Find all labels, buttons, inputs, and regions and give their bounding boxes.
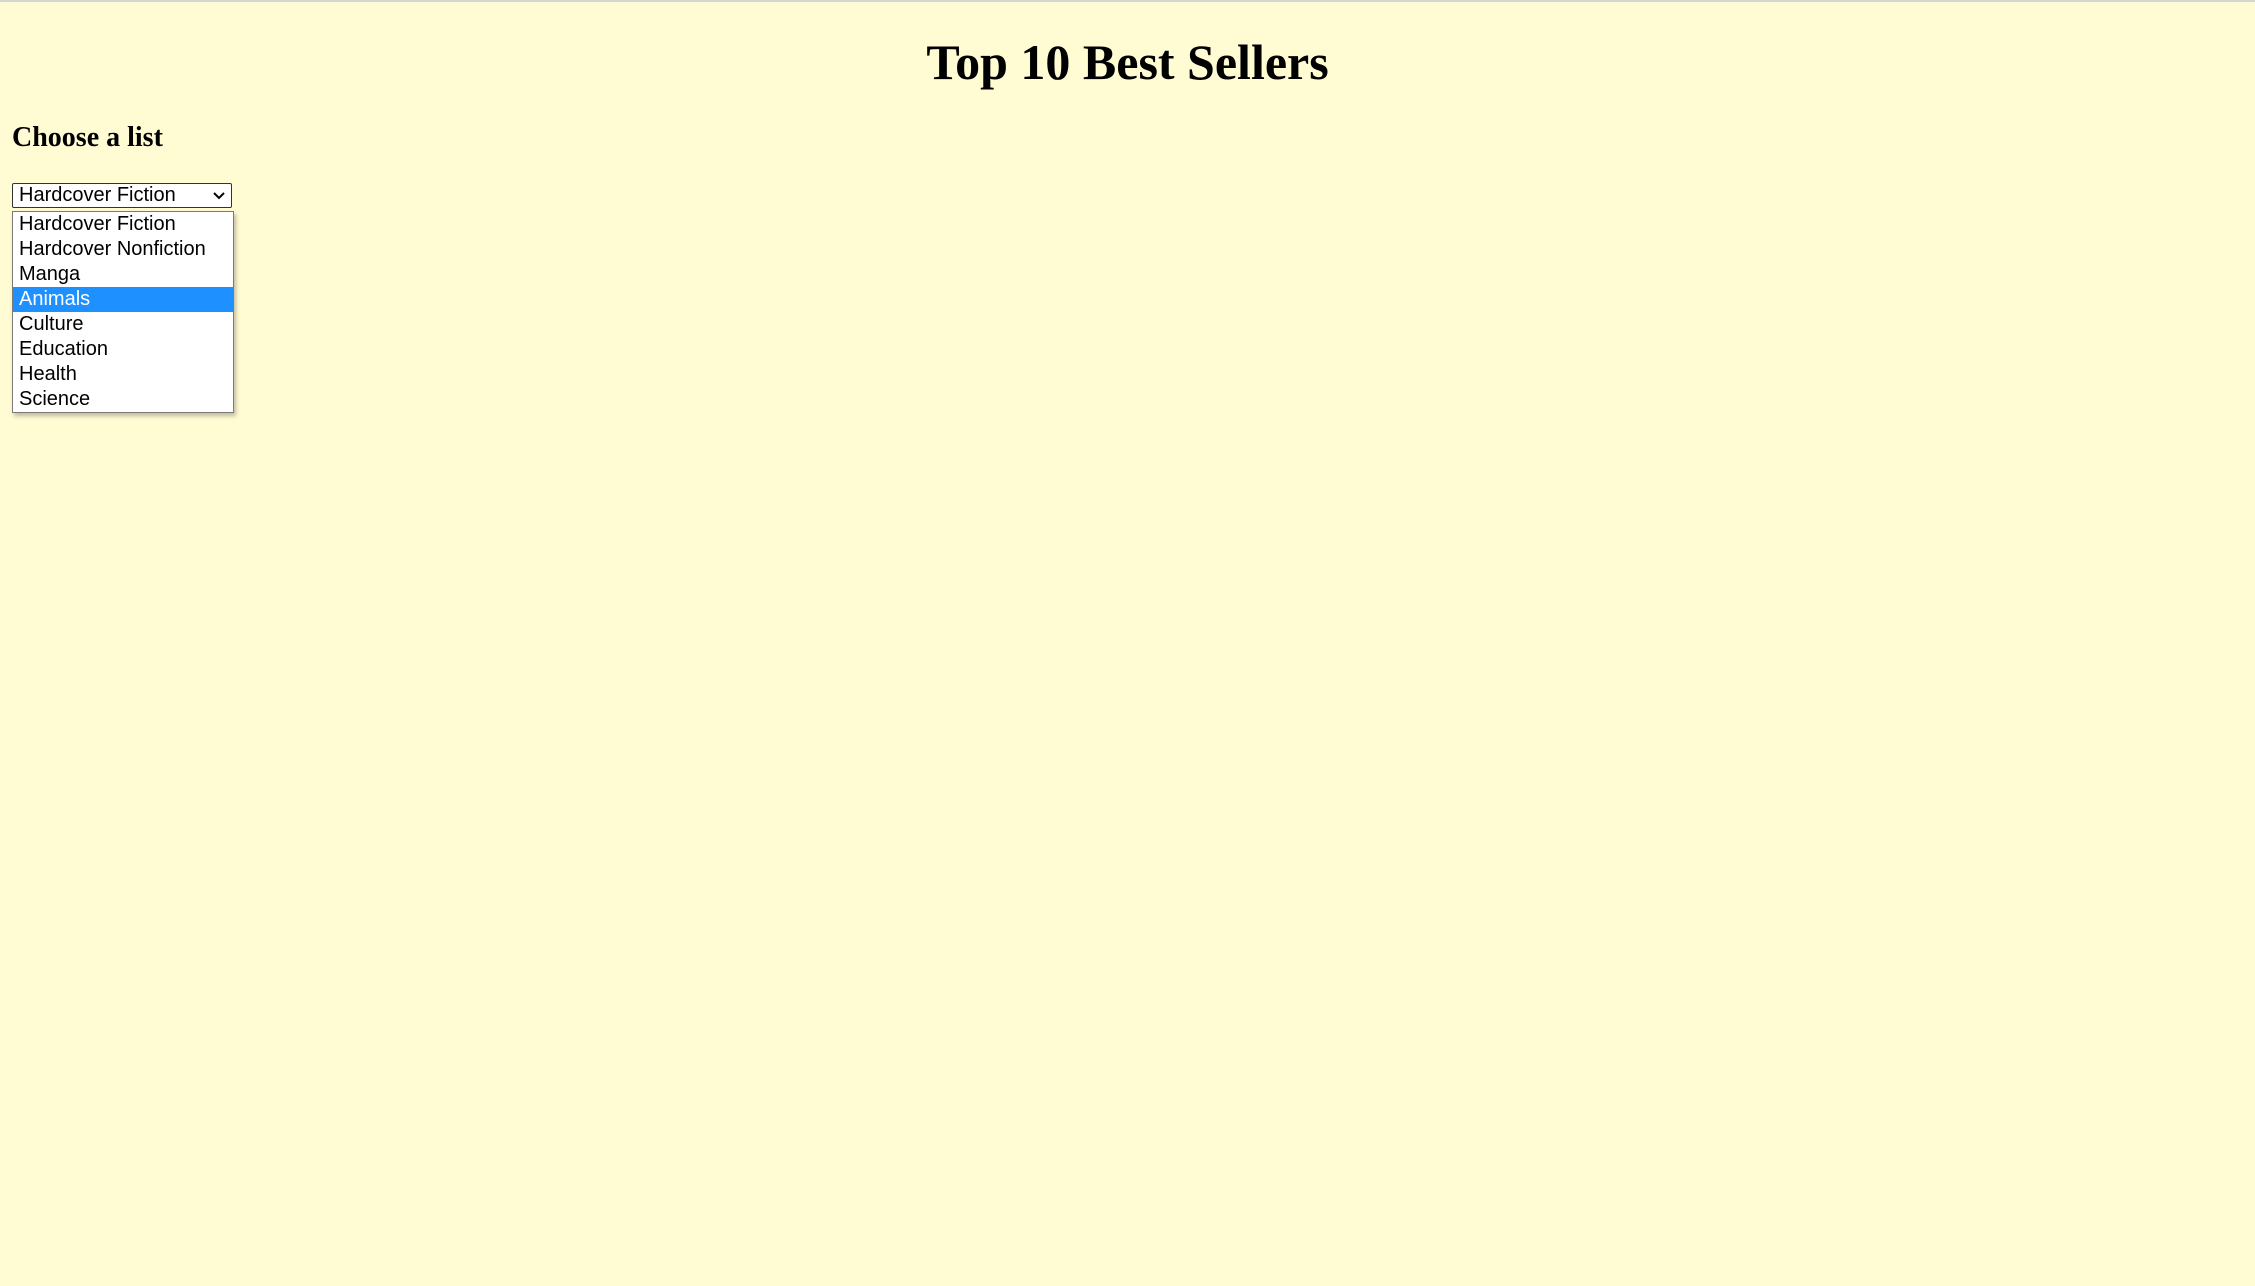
option-hardcover-nonfiction[interactable]: Hardcover Nonfiction <box>13 237 233 262</box>
option-hardcover-fiction[interactable]: Hardcover Fiction <box>13 212 233 237</box>
list-chooser-heading: Choose a list <box>12 122 163 153</box>
list-select-value: Hardcover Fiction <box>19 184 176 206</box>
chevron-down-icon <box>213 192 225 200</box>
page-title: Top 10 Best Sellers <box>926 34 1329 90</box>
option-animals[interactable]: Animals <box>13 287 233 312</box>
top-divider <box>0 0 2255 2</box>
list-select-dropdown: Hardcover Fiction Hardcover Nonfiction M… <box>12 211 234 413</box>
option-culture[interactable]: Culture <box>13 312 233 337</box>
option-education[interactable]: Education <box>13 337 233 362</box>
option-science[interactable]: Science <box>13 387 233 412</box>
option-health[interactable]: Health <box>13 362 233 387</box>
option-manga[interactable]: Manga <box>13 262 233 287</box>
list-select[interactable]: Hardcover Fiction <box>12 183 232 208</box>
